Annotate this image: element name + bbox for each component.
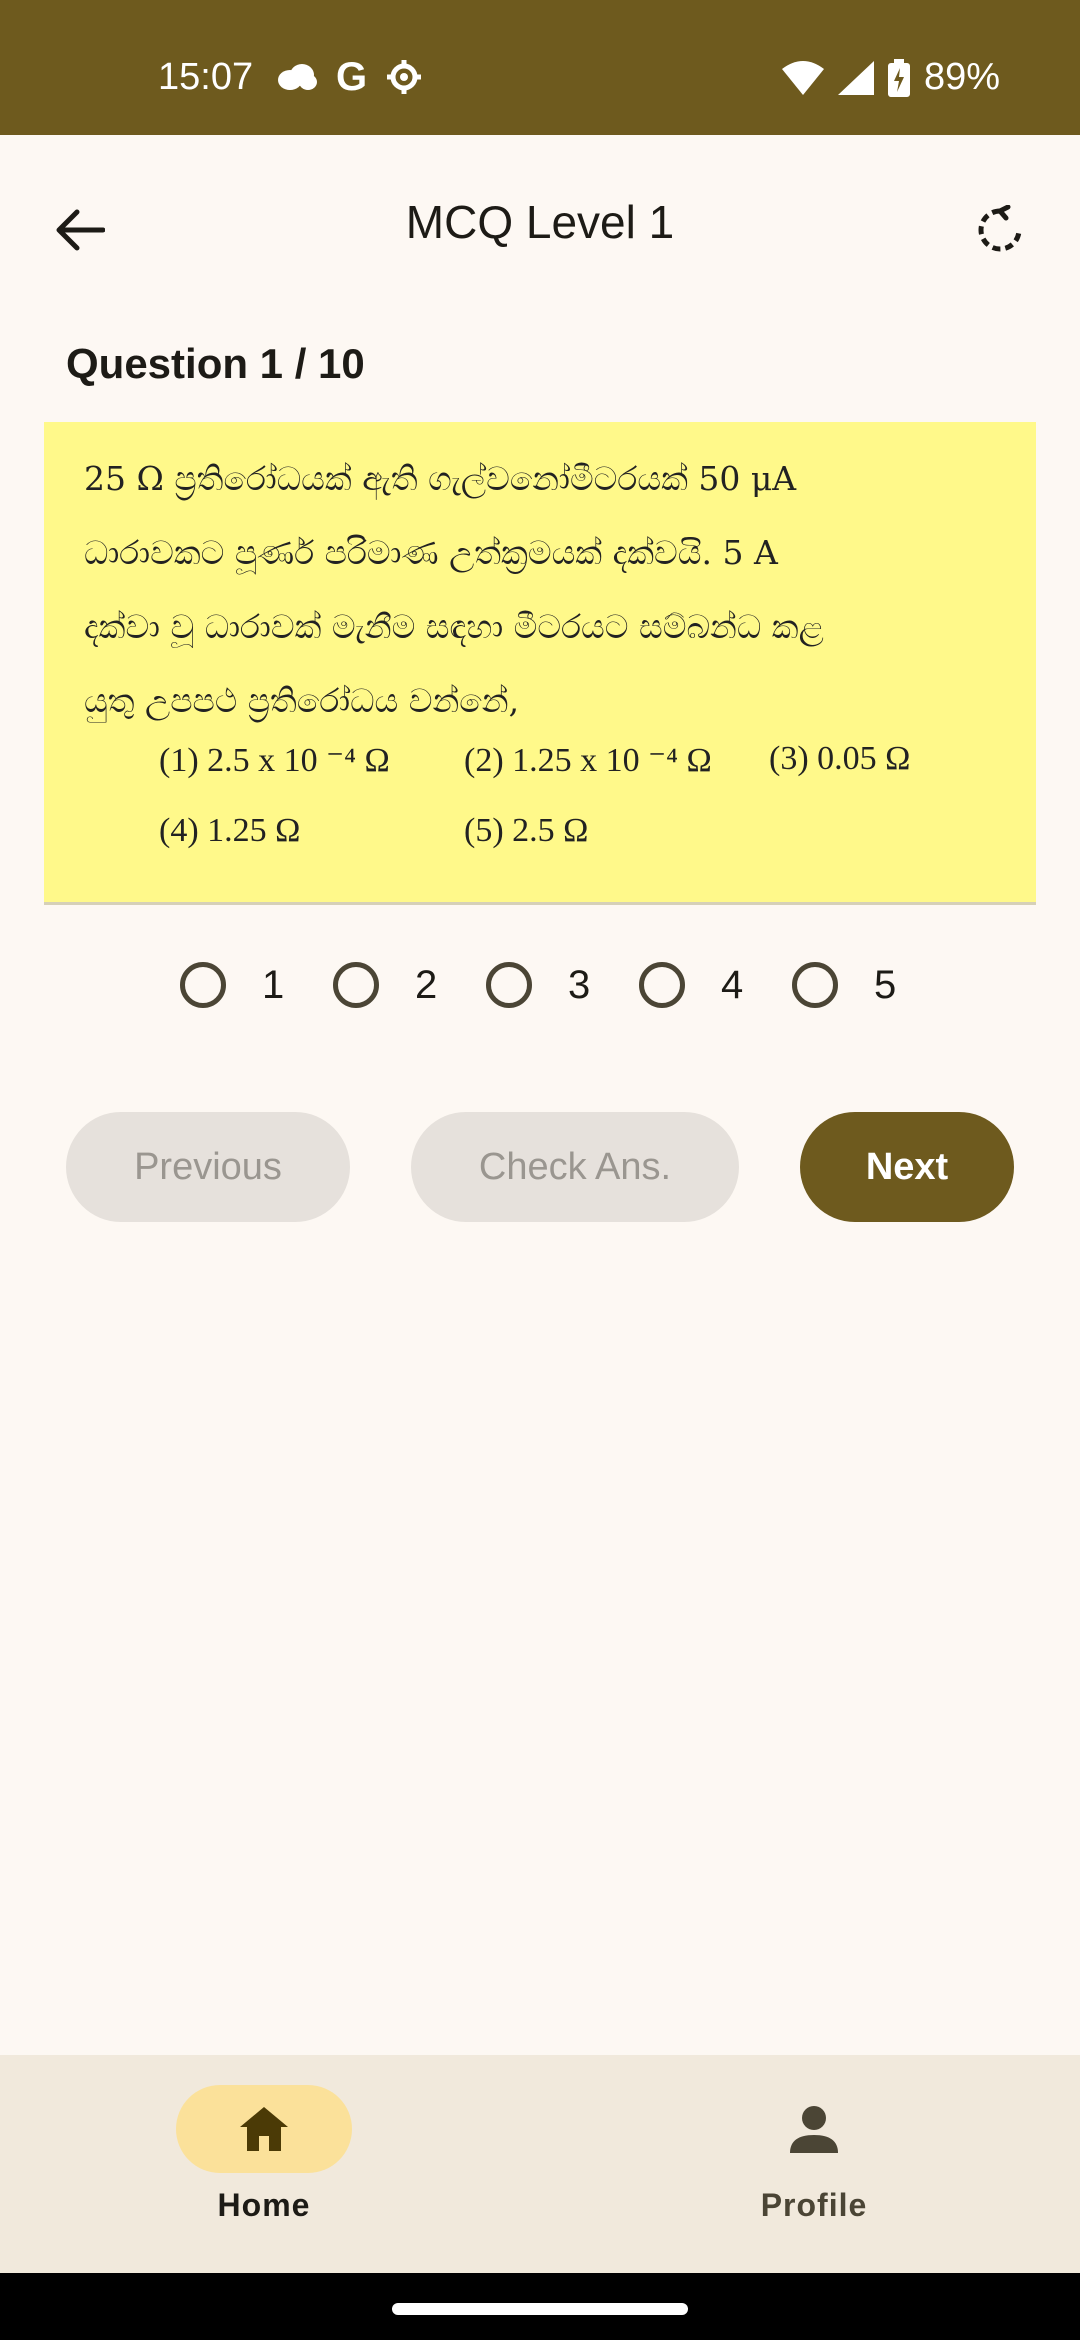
google-icon: G [336, 55, 368, 99]
question-option-4: (4) 1.25 Ω [159, 812, 301, 849]
signal-icon [837, 60, 874, 95]
radio-button[interactable] [639, 962, 685, 1008]
question-text-line: ධාරාවකට පූර්ණ පරිමාණ උත්ක්‍රමයක් දක්වයි.… [84, 533, 778, 572]
next-button[interactable]: Next [800, 1112, 1014, 1222]
status-notification-icons: G [276, 55, 423, 99]
status-time: 15:07 [158, 56, 254, 98]
answer-option-4[interactable]: 4 [639, 962, 744, 1008]
answer-option-1[interactable]: 1 [180, 962, 285, 1008]
question-option-5: (5) 2.5 Ω [464, 812, 589, 849]
answer-option-5[interactable]: 5 [792, 962, 897, 1008]
nav-item-home[interactable]: Home [84, 2085, 444, 2224]
question-counter: Question 1 / 10 [66, 340, 365, 387]
answer-label: 1 [262, 962, 285, 1007]
radio-button[interactable] [792, 962, 838, 1008]
answer-radio-group: 1 2 3 4 5 [180, 962, 897, 1008]
cloud-icon [278, 64, 317, 90]
settings-icon [387, 60, 422, 94]
nav-profile-indicator [726, 2085, 902, 2173]
answer-label: 4 [721, 962, 744, 1007]
nav-label-home: Home [217, 2187, 311, 2223]
radio-button[interactable] [333, 962, 379, 1008]
home-icon [240, 2107, 288, 2151]
nav-home-indicator [176, 2085, 352, 2173]
gesture-handle[interactable] [392, 2303, 688, 2315]
question-option-1: (1) 2.5 x 10 ⁻⁴ Ω [159, 742, 390, 779]
check-answer-button[interactable]: Check Ans. [411, 1112, 739, 1222]
question-text: 25 Ω ප්‍රතිරෝධයක් ඇති ගැල්වනෝමීටරයක් 50 … [84, 442, 1004, 738]
page-title: MCQ Level 1 [405, 196, 675, 248]
question-text-line: දක්වා වූ ධාරාවක් මැනීම සඳහා මීටරයට සම්බන… [84, 607, 824, 646]
question-option-3: (3) 0.05 Ω [769, 740, 911, 777]
radio-button[interactable] [486, 962, 532, 1008]
answer-label: 3 [568, 962, 591, 1007]
question-image: 25 Ω ප්‍රතිරෝධයක් ඇති ගැල්වනෝමීටරයක් 50 … [44, 422, 1036, 905]
refresh-button[interactable] [960, 190, 1040, 270]
person-icon [790, 2106, 838, 2153]
answer-label: 5 [874, 962, 897, 1007]
gesture-navigation-bar [0, 2273, 1080, 2340]
wifi-icon [781, 60, 824, 95]
radio-button[interactable] [180, 962, 226, 1008]
question-text-line: යුතු උපපථ ප්‍රතිරෝධය වන්නේ, [84, 681, 520, 720]
status-system-icons: 89% [781, 56, 1000, 99]
refresh-icon [978, 205, 1022, 252]
nav-label-profile: Profile [760, 2187, 868, 2223]
app-bar: MCQ Level 1 [0, 135, 1080, 315]
nav-item-profile[interactable]: Profile [634, 2085, 994, 2224]
battery-icon [887, 58, 910, 97]
battery-percent: 89% [923, 56, 1000, 98]
previous-button[interactable]: Previous [66, 1112, 350, 1222]
bottom-navigation: Home Profile [0, 2055, 1080, 2273]
question-option-2: (2) 1.25 x 10 ⁻⁴ Ω [464, 742, 712, 779]
answer-option-3[interactable]: 3 [486, 962, 591, 1008]
answer-option-2[interactable]: 2 [333, 962, 438, 1008]
status-bar: 15:07 G 89% [0, 0, 1080, 135]
answer-label: 2 [415, 962, 438, 1007]
question-text-line: 25 Ω ප්‍රතිරෝධයක් ඇති ගැල්වනෝමීටරයක් 50 … [84, 459, 797, 498]
